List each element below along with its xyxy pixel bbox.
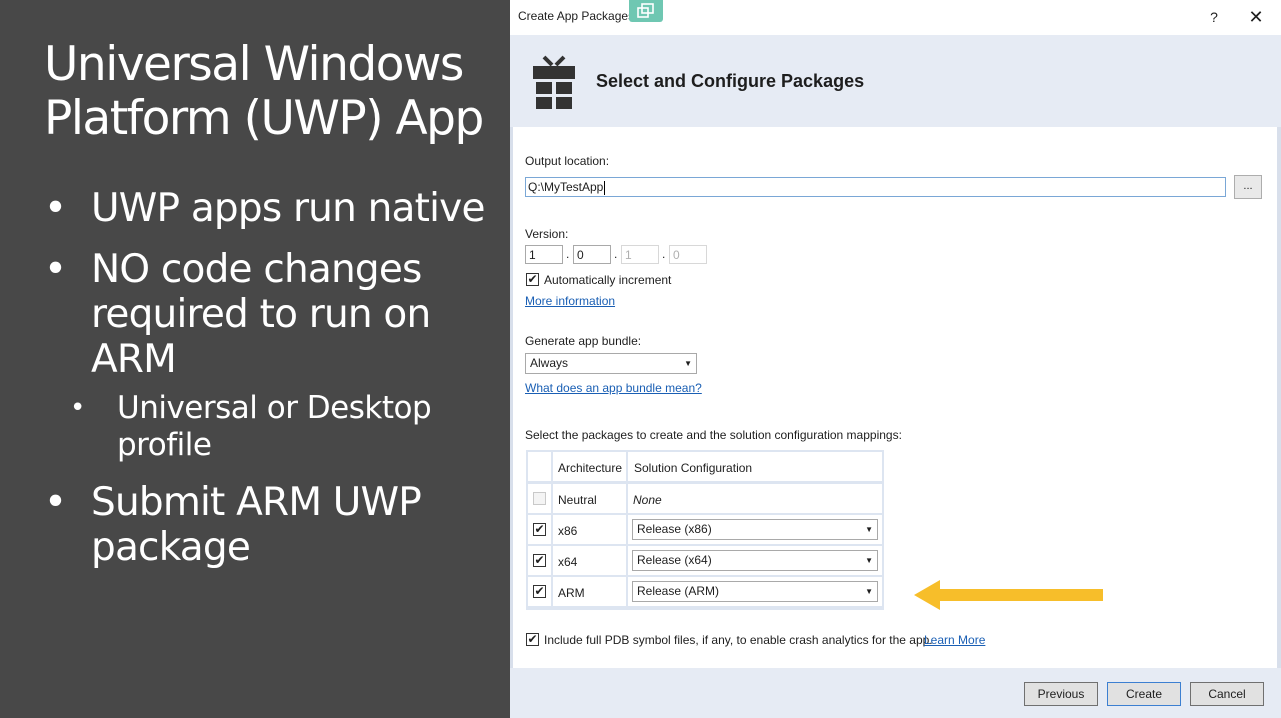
bullet-list: • UWP apps run native • NO code changes … — [44, 186, 494, 586]
slide-title: Universal Windows Platform (UWP) App — [44, 38, 504, 146]
create-app-packages-dialog: Create App Packages ? ✕ Select and Confi… — [510, 0, 1281, 718]
dropdown-arrow-icon: ▼ — [865, 587, 873, 596]
bullet-dot: • — [44, 186, 67, 231]
header-band: Select and Configure Packages — [510, 35, 1281, 127]
architecture-cell: ARM — [553, 577, 626, 606]
x64-configuration-select[interactable]: Release (x64) ▼ — [632, 550, 878, 571]
x86-checkbox[interactable]: ✔ — [533, 523, 546, 536]
bullet-item: • Submit ARM UWP package — [44, 480, 494, 570]
x86-configuration-select[interactable]: Release (x86) ▼ — [632, 519, 878, 540]
close-button[interactable]: ✕ — [1242, 6, 1270, 28]
architecture-value: x64 — [558, 555, 578, 569]
version-separator: . — [662, 247, 666, 261]
configuration-value: None — [633, 493, 662, 507]
configuration-column-header: Solution Configuration — [634, 461, 753, 475]
architecture-value: ARM — [558, 586, 585, 600]
restore-window-icon[interactable] — [629, 0, 663, 22]
grid-header-configuration: Solution Configuration — [628, 452, 882, 481]
version-separator: . — [614, 247, 618, 261]
slide-panel: Universal Windows Platform (UWP) App • U… — [0, 0, 510, 718]
bullet-item: • UWP apps run native — [44, 186, 494, 231]
output-location-input[interactable]: Q:\MyTestApp — [525, 177, 1226, 197]
bullet-item: • NO code changes required to run on ARM — [44, 247, 494, 382]
dropdown-arrow-icon: ▼ — [684, 359, 692, 368]
bullet-dot: • — [70, 393, 85, 423]
table-row: ✔ — [528, 515, 551, 544]
gift-package-icon — [533, 55, 575, 109]
generate-bundle-label: Generate app bundle: — [525, 334, 642, 348]
help-button[interactable]: ? — [1200, 6, 1228, 28]
arm-checkbox[interactable]: ✔ — [533, 585, 546, 598]
window-title: Create App Packages — [518, 9, 635, 23]
dropdown-arrow-icon: ▼ — [865, 525, 873, 534]
dropdown-arrow-icon: ▼ — [865, 556, 873, 565]
sub-bullet-item: • Universal or Desktop profile — [44, 390, 494, 464]
auto-increment-checkbox[interactable]: ✔ — [526, 273, 539, 286]
learn-more-link[interactable]: Learn More — [924, 633, 985, 647]
arm-configuration-select[interactable]: Release (ARM) ▼ — [632, 581, 878, 602]
previous-button[interactable]: Previous — [1024, 682, 1098, 706]
bullet-text: Universal or Desktop profile — [117, 390, 432, 463]
version-minor-input[interactable]: 0 — [573, 245, 611, 264]
more-information-link[interactable]: More information — [525, 294, 615, 308]
bullet-dot: • — [44, 480, 67, 525]
bullet-text: NO code changes required to run on ARM — [91, 247, 431, 382]
version-separator: . — [566, 247, 570, 261]
generate-bundle-select[interactable]: Always ▼ — [525, 353, 697, 374]
configuration-cell: Release (x86) ▼ — [628, 515, 882, 544]
auto-increment-label: Automatically increment — [544, 273, 672, 287]
table-row: ✔ — [528, 577, 551, 606]
configuration-value: Release (x64) — [637, 553, 712, 567]
version-label: Version: — [525, 227, 569, 241]
architecture-cell: Neutral — [553, 484, 626, 513]
right-border-strip — [1277, 127, 1281, 718]
left-arrow-icon — [914, 580, 1103, 610]
dialog-header-title: Select and Configure Packages — [596, 71, 865, 91]
browse-button[interactable]: ... — [1234, 175, 1262, 199]
table-row: ✔ — [528, 546, 551, 575]
version-revision-input: 0 — [669, 245, 707, 264]
configuration-cell: None — [628, 484, 882, 513]
slide-title-line: Platform (UWP) App — [44, 91, 484, 146]
bullet-text: UWP apps run native — [91, 186, 485, 231]
architecture-value: x86 — [558, 524, 578, 538]
packages-instruction: Select the packages to create and the so… — [525, 428, 902, 442]
neutral-checkbox — [533, 492, 546, 505]
output-location-value: Q:\MyTestApp — [528, 180, 604, 194]
left-border-strip — [510, 127, 513, 718]
version-major-input[interactable]: 1 — [525, 245, 563, 264]
grid-header-checkbox-cell — [528, 452, 551, 481]
bundle-help-link[interactable]: What does an app bundle mean? — [525, 381, 702, 395]
configuration-value: Release (ARM) — [637, 584, 720, 598]
architecture-value: Neutral — [558, 493, 597, 507]
title-bar: Create App Packages ? ✕ — [510, 0, 1281, 34]
version-build-input: 1 — [621, 245, 659, 264]
configuration-cell: Release (x64) ▼ — [628, 546, 882, 575]
cancel-button[interactable]: Cancel — [1190, 682, 1264, 706]
text-caret — [604, 180, 606, 195]
bullet-dot: • — [44, 247, 67, 292]
configuration-cell: Release (ARM) ▼ — [628, 577, 882, 606]
x64-checkbox[interactable]: ✔ — [533, 554, 546, 567]
output-location-label: Output location: — [525, 154, 610, 168]
table-row — [528, 484, 551, 513]
slide-title-line: Universal Windows — [44, 37, 464, 92]
generate-bundle-value: Always — [530, 356, 569, 370]
packages-grid: Architecture Solution Configuration Neut… — [526, 450, 884, 610]
include-pdb-checkbox[interactable]: ✔ — [526, 633, 539, 646]
grid-header-architecture: Architecture — [553, 452, 626, 481]
include-pdb-label: Include full PDB symbol files, if any, t… — [544, 633, 933, 647]
configuration-value: Release (x86) — [637, 522, 712, 536]
bullet-text: Submit ARM UWP package — [91, 480, 422, 570]
architecture-column-header: Architecture — [558, 461, 623, 475]
architecture-cell: x64 — [553, 546, 626, 575]
architecture-cell: x86 — [553, 515, 626, 544]
create-button[interactable]: Create — [1107, 682, 1181, 706]
